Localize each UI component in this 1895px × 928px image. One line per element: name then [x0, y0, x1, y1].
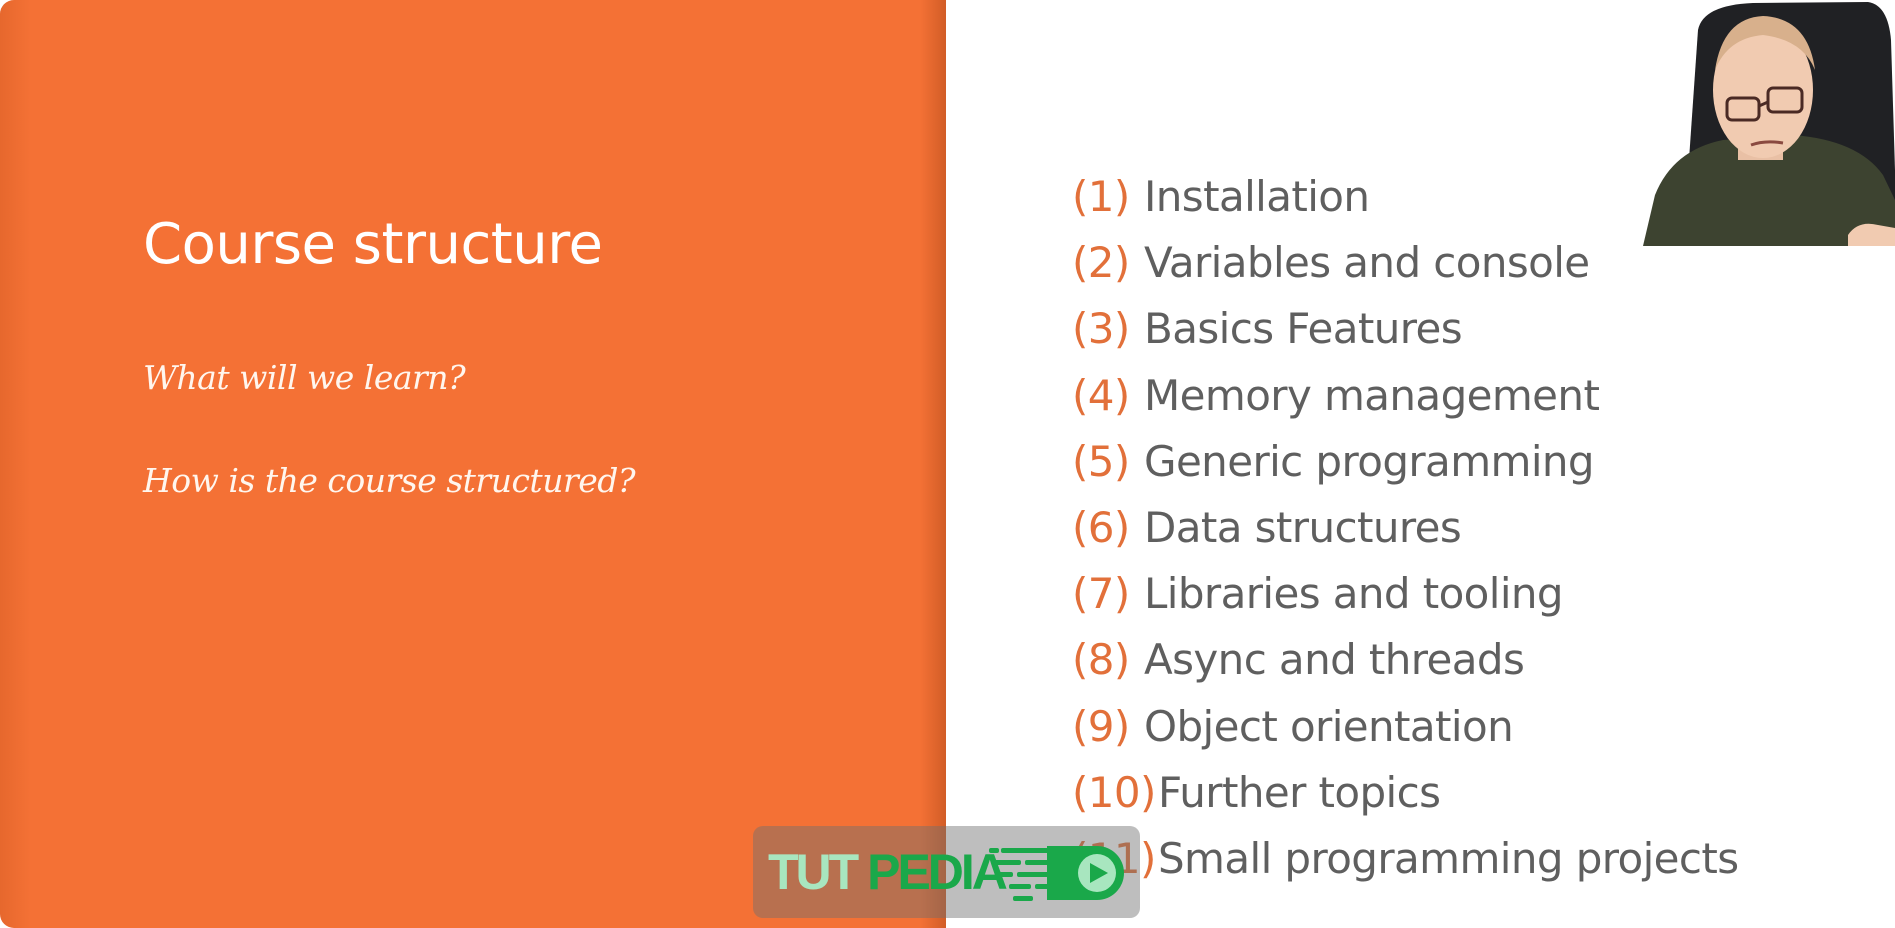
topic-number: (2) [1072, 238, 1130, 288]
topic-label: Generic programming [1144, 436, 1595, 486]
slide-left-panel: Course structure What will we learn? How… [0, 0, 946, 928]
slide-question: What will we learn? [143, 358, 466, 397]
topic-number: (1) [1072, 172, 1130, 221]
topic-label: Memory management [1144, 370, 1600, 420]
topic-label: Data structures [1144, 502, 1462, 552]
topic-label: Variables and console [1144, 238, 1590, 288]
topic-number: (6) [1072, 502, 1130, 552]
slide-question: How is the course structured? [143, 461, 636, 500]
topic-item: (11)Small programming projects [1072, 826, 1739, 892]
topic-item: (5) Generic programming [1072, 429, 1739, 495]
topic-item: (3) Basics Features [1072, 296, 1739, 362]
topic-number: (3) [1072, 304, 1130, 354]
topic-number: (4) [1072, 370, 1130, 420]
topic-label: Object orientation [1144, 701, 1514, 751]
watermark-tut: TUT [768, 844, 859, 900]
watermark-pedia: PEDIA [867, 844, 1008, 900]
topic-label: Async and threads [1144, 635, 1525, 685]
topic-item: (10)Further topics [1072, 760, 1739, 826]
topic-number: (7) [1072, 569, 1130, 619]
topic-label: Further topics [1158, 767, 1441, 817]
topic-item: (1) Installation [1072, 164, 1739, 230]
topic-number: (10) [1072, 767, 1156, 817]
slide-title: Course structure [143, 212, 603, 277]
topic-item: (2) Variables and console [1072, 230, 1739, 296]
topic-item: (9) Object orientation [1072, 694, 1739, 760]
topic-item: (7) Libraries and tooling [1072, 561, 1739, 627]
presenter-image [1643, 0, 1895, 246]
play-icon [989, 846, 1124, 901]
topic-label: Basics Features [1144, 304, 1463, 354]
watermark-logo-text: TUT PEDIA [768, 844, 1008, 900]
topic-number: (9) [1072, 701, 1130, 751]
topic-number: (5) [1072, 436, 1130, 486]
tutpedia-watermark: TUT PEDIA [753, 826, 1140, 918]
topic-label: Installation [1144, 172, 1370, 221]
topic-item: (6) Data structures [1072, 495, 1739, 561]
presenter-webcam [1643, 0, 1895, 246]
topic-item: (4) Memory management [1072, 363, 1739, 429]
topic-list: (1) Installation (2) Variables and console… [1072, 164, 1739, 892]
topic-item: (8) Async and threads [1072, 627, 1739, 693]
topic-label: Small programming projects [1158, 833, 1739, 883]
topic-label: Libraries and tooling [1144, 569, 1564, 619]
topic-number: (8) [1072, 635, 1130, 685]
